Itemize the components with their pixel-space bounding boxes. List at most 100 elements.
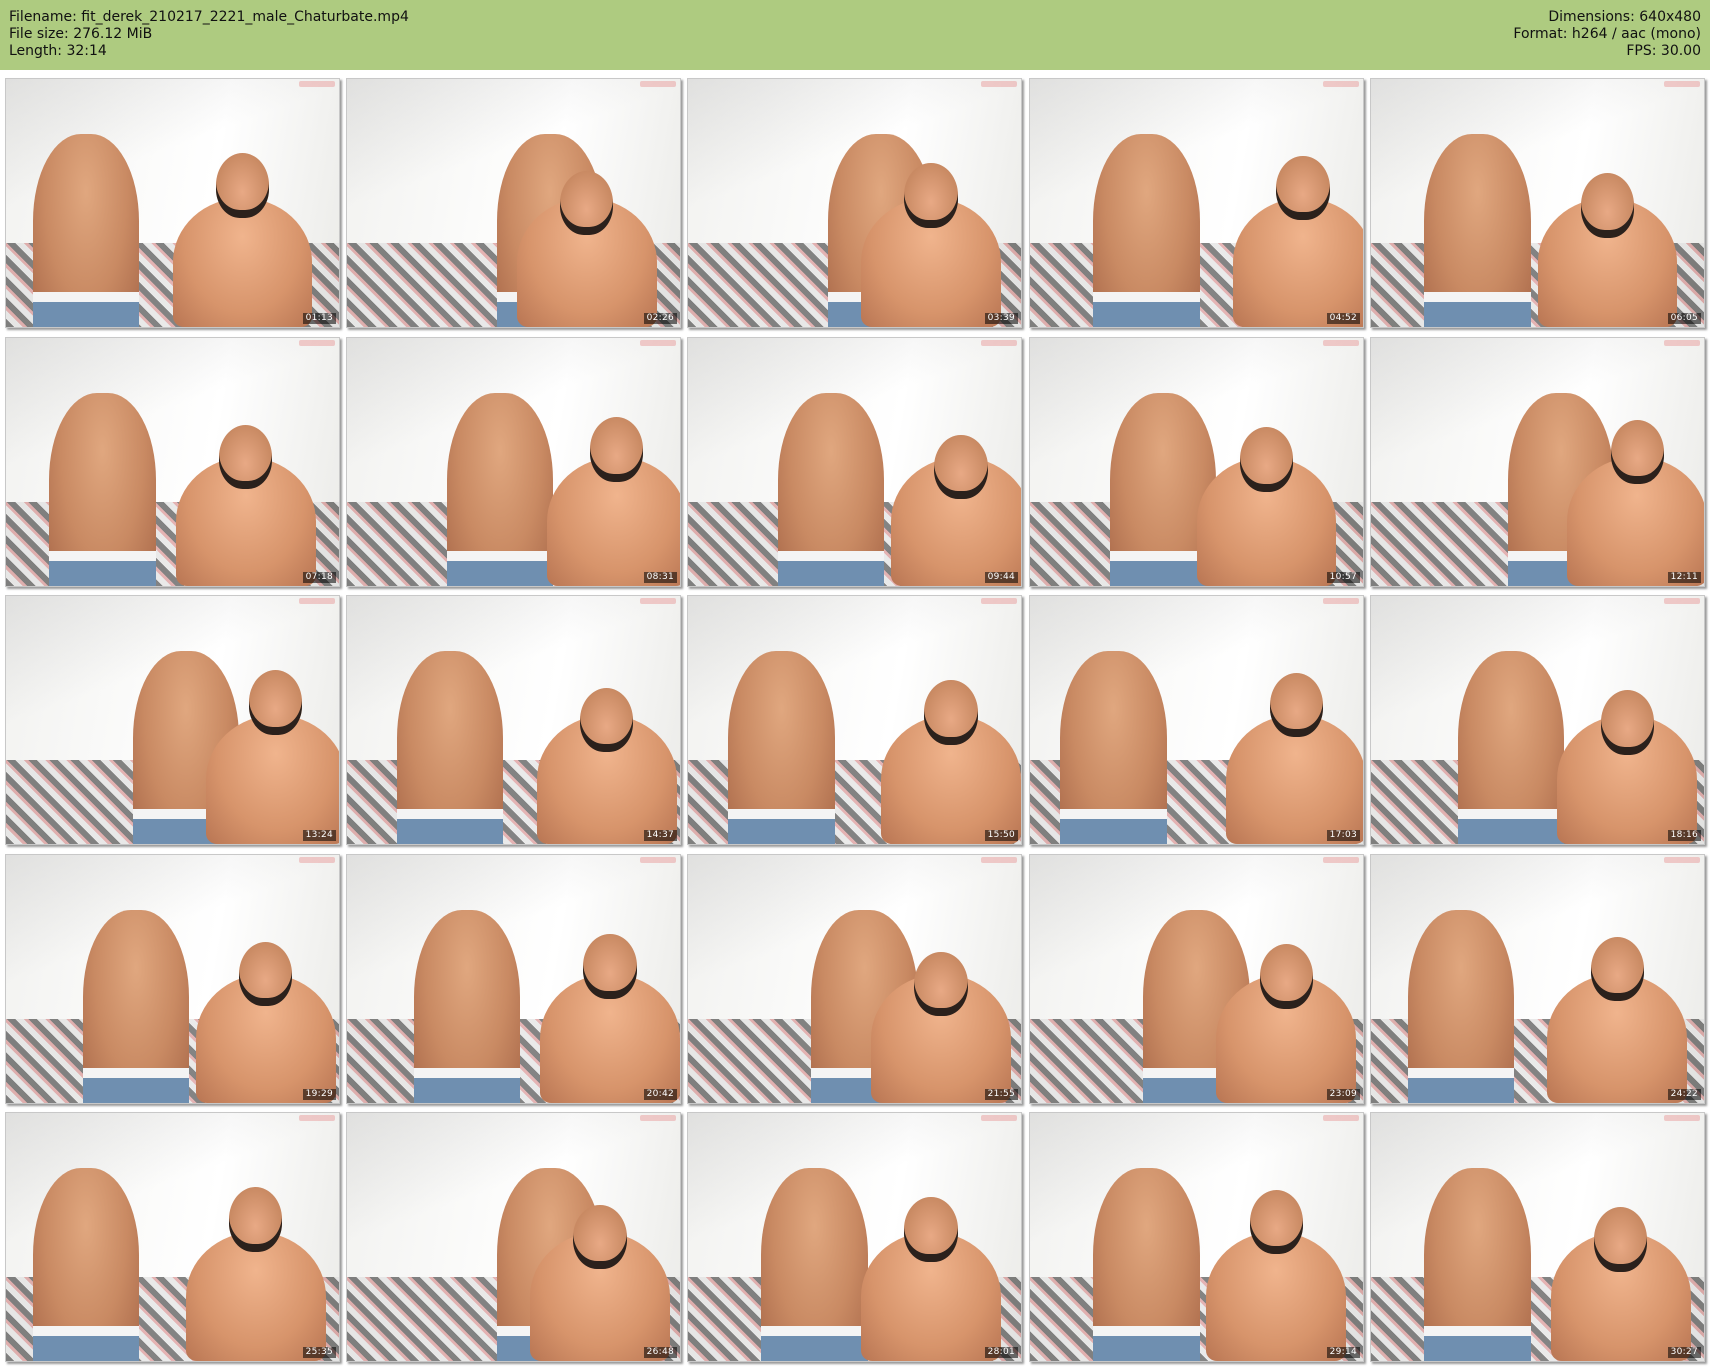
thumbnail-timestamp: 18:16 <box>1667 830 1701 841</box>
video-thumbnail[interactable]: 13:24 <box>5 595 340 845</box>
thumbnail-head <box>249 670 303 735</box>
video-thumbnail[interactable]: 09:44 <box>687 337 1022 587</box>
watermark <box>1323 340 1359 346</box>
thumbnail-jeans <box>82 1068 190 1103</box>
thumbnail-timestamp: 04:52 <box>1326 313 1360 324</box>
thumbnail-head <box>1239 427 1294 492</box>
watermark <box>299 598 335 604</box>
video-thumbnail[interactable]: 07:18 <box>5 337 340 587</box>
thumbnail-head <box>904 1197 958 1262</box>
watermark <box>640 857 676 863</box>
video-thumbnail[interactable]: 20:42 <box>346 854 681 1104</box>
video-thumbnail[interactable]: 21:55 <box>687 854 1022 1104</box>
video-thumbnail[interactable]: 28:01 <box>687 1112 1022 1362</box>
filename-text: Filename: fit_derek_210217_2221_male_Cha… <box>9 9 409 25</box>
thumbnail-timestamp: 30:27 <box>1667 1347 1701 1358</box>
video-thumbnail[interactable]: 01:13 <box>5 78 340 328</box>
thumbnail-jeans <box>1407 1068 1515 1103</box>
thumbnail-timestamp: 24:22 <box>1667 1089 1701 1100</box>
watermark <box>640 598 676 604</box>
watermark <box>981 598 1017 604</box>
thumbnail-timestamp: 02:26 <box>643 313 677 324</box>
thumbnail-head <box>560 170 614 236</box>
video-thumbnail[interactable]: 26:48 <box>346 1112 681 1362</box>
thumbnail-jeans <box>777 551 885 586</box>
thumbnail-head <box>583 934 637 999</box>
video-thumbnail[interactable]: 19:29 <box>5 854 340 1104</box>
thumbnail-jeans <box>727 809 835 844</box>
thumbnail-head <box>934 434 988 500</box>
thumbnail-head <box>904 163 958 228</box>
thumbnail-jeans <box>1457 809 1565 844</box>
length-text: Length: 32:14 <box>9 43 107 59</box>
watermark <box>299 340 335 346</box>
thumbnail-head <box>573 1204 627 1270</box>
watermark <box>640 81 676 87</box>
watermark <box>981 340 1017 346</box>
thumbnail-head <box>1259 944 1314 1009</box>
thumbnail-timestamp: 07:18 <box>302 572 336 583</box>
thumbnail-timestamp: 25:35 <box>302 1347 336 1358</box>
thumbnail-timestamp: 26:48 <box>643 1347 677 1358</box>
video-thumbnail[interactable]: 14:37 <box>346 595 681 845</box>
thumbnail-timestamp: 08:31 <box>643 572 677 583</box>
watermark <box>981 81 1017 87</box>
video-thumbnail[interactable]: 03:39 <box>687 78 1022 328</box>
thumbnail-head <box>215 153 270 218</box>
thumbnail-head <box>924 680 978 745</box>
video-thumbnail[interactable]: 25:35 <box>5 1112 340 1362</box>
video-thumbnail[interactable]: 15:50 <box>687 595 1022 845</box>
thumbnail-jeans <box>49 551 156 586</box>
thumbnail-head <box>1249 1189 1304 1255</box>
video-thumbnail[interactable]: 10:57 <box>1029 337 1364 587</box>
thumbnail-jeans <box>1093 292 1200 327</box>
watermark <box>981 1115 1017 1121</box>
thumbnail-jeans <box>413 1068 521 1103</box>
watermark <box>299 1115 335 1121</box>
thumbnail-jeans <box>32 292 140 327</box>
dimensions-text: Dimensions: 640x480 <box>1548 9 1701 25</box>
thumbnail-timestamp: 06:05 <box>1667 313 1701 324</box>
watermark <box>1664 598 1700 604</box>
video-thumbnail[interactable]: 08:31 <box>346 337 681 587</box>
thumbnail-timestamp: 15:50 <box>984 830 1018 841</box>
watermark <box>1664 857 1700 863</box>
thumbnail-head <box>1590 936 1645 1002</box>
watermark <box>1323 598 1359 604</box>
thumbnail-jeans <box>1424 1326 1531 1361</box>
thumbnail-timestamp: 10:57 <box>1326 572 1360 583</box>
thumbnail-head <box>229 1187 283 1252</box>
video-thumbnail[interactable]: 04:52 <box>1029 78 1364 328</box>
thumbnail-timestamp: 21:55 <box>984 1089 1018 1100</box>
video-thumbnail[interactable]: 29:14 <box>1029 1112 1364 1362</box>
thumbnail-timestamp: 03:39 <box>984 313 1018 324</box>
video-thumbnail[interactable]: 02:26 <box>346 78 681 328</box>
thumbnail-timestamp: 23:09 <box>1326 1089 1360 1100</box>
thumbnail-head <box>914 951 968 1017</box>
fps-text: FPS: 30.00 <box>1626 43 1701 59</box>
thumbnail-jeans <box>446 551 554 586</box>
thumbnail-timestamp: 13:24 <box>302 830 336 841</box>
info-header: Filename: fit_derek_210217_2221_male_Cha… <box>0 0 1710 70</box>
video-thumbnail[interactable]: 30:27 <box>1370 1112 1705 1362</box>
video-thumbnail[interactable]: 12:11 <box>1370 337 1705 587</box>
video-thumbnail[interactable]: 18:16 <box>1370 595 1705 845</box>
thumbnail-head <box>580 687 634 753</box>
video-thumbnail[interactable]: 24:22 <box>1370 854 1705 1104</box>
watermark <box>1664 1115 1700 1121</box>
thumbnail-jeans <box>1059 809 1167 844</box>
thumbnail-timestamp: 29:14 <box>1326 1347 1360 1358</box>
thumbnail-jeans <box>32 1326 140 1361</box>
watermark <box>640 1115 676 1121</box>
thumbnail-head <box>1600 690 1655 755</box>
thumbnail-timestamp: 09:44 <box>984 572 1018 583</box>
video-thumbnail[interactable]: 06:05 <box>1370 78 1705 328</box>
thumbnail-head <box>1594 1207 1648 1272</box>
thumbnail-head <box>1276 155 1330 221</box>
video-thumbnail[interactable]: 17:03 <box>1029 595 1364 845</box>
filesize-text: File size: 276.12 MiB <box>9 26 153 42</box>
thumbnail-jeans <box>1093 1326 1200 1361</box>
watermark <box>1323 1115 1359 1121</box>
video-thumbnail[interactable]: 23:09 <box>1029 854 1364 1104</box>
thumbnail-timestamp: 14:37 <box>643 830 677 841</box>
